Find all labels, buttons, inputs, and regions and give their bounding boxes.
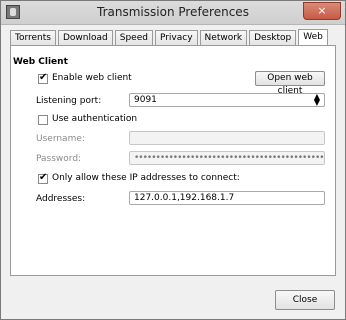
password-label: Password: <box>36 154 82 164</box>
tab-network[interactable]: Network <box>199 30 248 45</box>
listening-port-label: Listening port: <box>36 96 102 106</box>
only-allow-ip-checkbox[interactable] <box>38 172 48 184</box>
tab-web[interactable]: Web <box>298 29 328 45</box>
use-authentication-checkbox[interactable] <box>38 115 48 125</box>
enable-web-client-label: Enable web client <box>52 73 132 83</box>
username-field[interactable] <box>129 131 325 145</box>
spinner-arrows-icon[interactable]: ▲ ▼ <box>314 94 320 106</box>
title-bar: Transmission Preferences × <box>1 1 345 25</box>
tab-download[interactable]: Download <box>57 30 113 45</box>
username-label: Username: <box>36 134 85 144</box>
use-authentication-label: Use authentication <box>52 114 138 124</box>
tab-bar: Torrents Download Speed Privacy Network … <box>10 29 328 46</box>
web-client-section-title: Web Client <box>13 57 68 67</box>
listening-port-stepper[interactable]: 9091 ▲ ▼ <box>129 93 325 107</box>
open-web-client-button[interactable]: Open web client <box>255 71 325 96</box>
tab-desktop[interactable]: Desktop <box>249 30 297 45</box>
preferences-window: Transmission Preferences × Torrents Down… <box>0 0 346 320</box>
enable-web-client-checkbox[interactable] <box>38 72 48 84</box>
close-button[interactable]: Close <box>275 290 335 310</box>
only-allow-ip-label: Only allow these IP addresses to connect… <box>52 173 240 183</box>
window-close-button[interactable]: × <box>303 2 341 20</box>
password-field[interactable]: ••••••••••••••••••••••••••••••••••••••••… <box>129 151 325 165</box>
window-title: Transmission Preferences <box>97 5 249 19</box>
tab-speed[interactable]: Speed <box>114 30 153 45</box>
addresses-field[interactable]: 127.0.0.1,192.168.1.7 <box>129 191 325 205</box>
listening-port-value: 9091 <box>134 95 157 105</box>
tab-privacy[interactable]: Privacy <box>154 30 198 45</box>
tab-torrents[interactable]: Torrents <box>10 30 56 45</box>
addresses-label: Addresses: <box>36 194 86 204</box>
